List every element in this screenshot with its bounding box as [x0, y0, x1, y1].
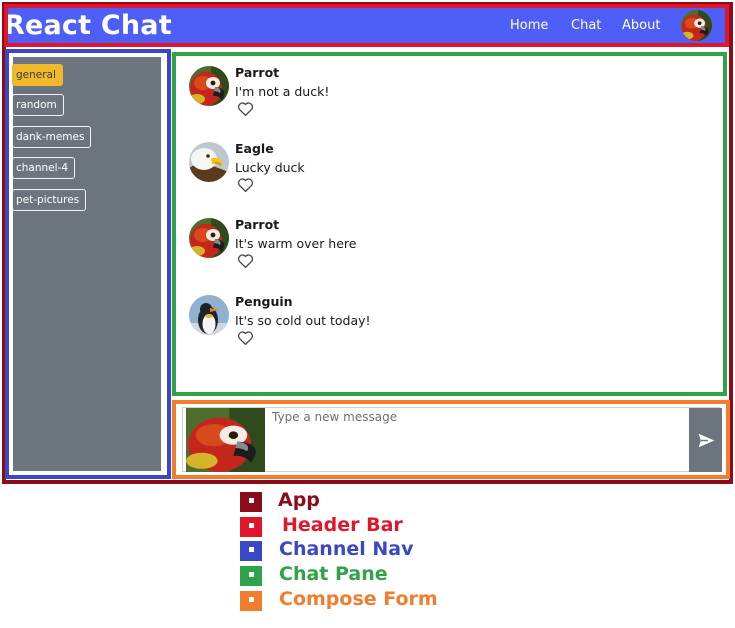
channel-nav: general random dank-memes channel-4 pet-…: [5, 49, 171, 479]
eagle-avatar: [189, 142, 229, 182]
legend-swatch: [240, 566, 262, 586]
heart-icon[interactable]: [237, 330, 254, 346]
parrot-avatar: [189, 66, 229, 106]
channel-button-random[interactable]: random: [12, 94, 64, 116]
legend-swatch: [240, 541, 262, 561]
message-author: Parrot: [235, 65, 280, 80]
legend-label: Header Bar: [282, 514, 403, 536]
heart-icon[interactable]: [237, 253, 254, 269]
message-author: Parrot: [235, 217, 280, 232]
legend-label: Chat Pane: [279, 563, 388, 585]
legend-swatch: [240, 517, 262, 537]
legend-label: App: [278, 489, 320, 511]
channel-button-pet-pictures[interactable]: pet-pictures: [12, 189, 87, 211]
legend-label: Channel Nav: [279, 538, 414, 560]
compose-user-image: [186, 408, 265, 472]
parrot-avatar: [189, 218, 229, 258]
message-item: Parrot It's warm over here: [189, 213, 709, 283]
nav-about-link[interactable]: About: [622, 17, 660, 35]
user-avatar[interactable]: [681, 10, 712, 41]
message-item: Parrot I'm not a duck!: [189, 61, 709, 131]
legend-swatch: [240, 492, 262, 512]
brand-title[interactable]: React Chat: [8, 8, 172, 43]
compose-form: [172, 400, 730, 479]
channel-button-dank-memes[interactable]: dank-memes: [12, 126, 92, 148]
heart-icon[interactable]: [237, 101, 254, 117]
message-author: Eagle: [235, 141, 274, 156]
heart-icon[interactable]: [237, 177, 254, 193]
paper-plane-icon: [698, 433, 715, 448]
nav-home-link[interactable]: Home: [510, 17, 548, 35]
message-input[interactable]: [272, 410, 682, 466]
chat-pane: Parrot I'm not a duck! Eagle Lucky duck …: [172, 52, 727, 396]
message-author: Penguin: [235, 294, 293, 309]
send-button[interactable]: [689, 408, 722, 472]
channel-list: general random dank-memes channel-4 pet-…: [12, 57, 161, 471]
message-text: Lucky duck: [235, 160, 305, 175]
message-item: Penguin It's so cold out today!: [189, 290, 709, 360]
penguin-avatar: [189, 295, 229, 335]
header-bar: React Chat Home Chat About: [4, 4, 729, 47]
message-text: I'm not a duck!: [235, 84, 330, 99]
channel-button-general[interactable]: general: [12, 64, 63, 86]
legend-label: Compose Form: [279, 588, 438, 610]
nav-chat-link[interactable]: Chat: [571, 17, 601, 35]
message-text: It's so cold out today!: [235, 313, 371, 328]
message-item: Eagle Lucky duck: [189, 137, 709, 207]
channel-button-channel-4[interactable]: channel-4: [12, 157, 76, 179]
legend-swatch: [240, 591, 262, 611]
message-text: It's warm over here: [235, 236, 357, 251]
